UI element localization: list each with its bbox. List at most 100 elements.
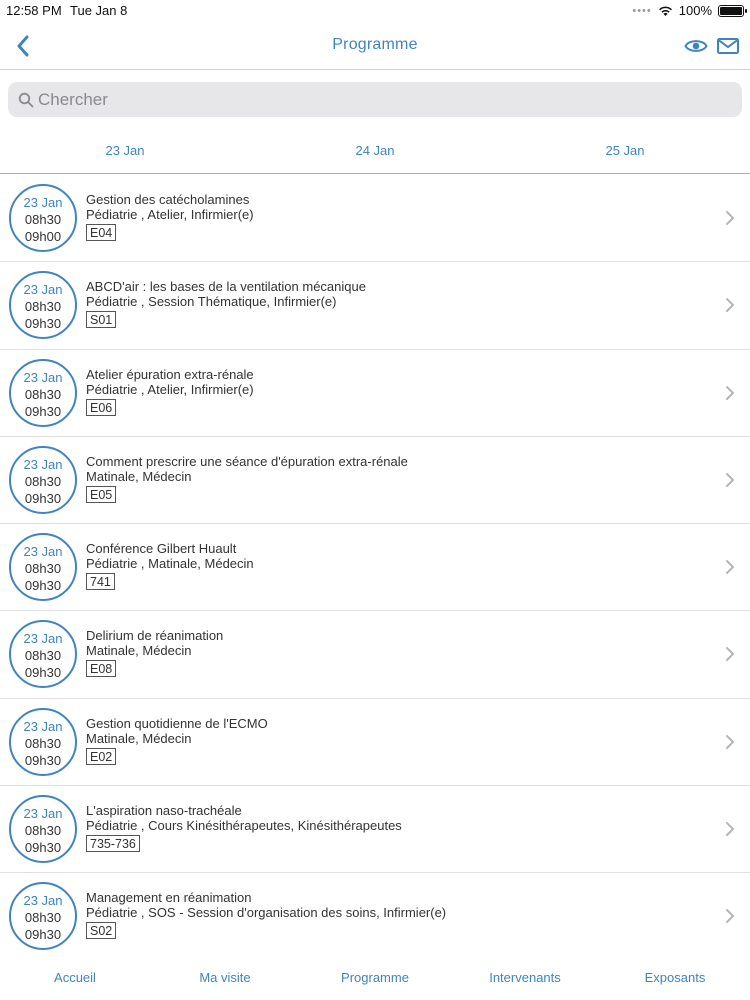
chevron-right-icon <box>726 734 735 749</box>
session-title: Atelier épuration extra-rénale <box>86 366 254 382</box>
tab-intervenants[interactable]: Intervenants <box>450 970 600 985</box>
session-start: 08h30 <box>24 561 62 577</box>
room-badge: S01 <box>86 311 117 329</box>
session-list: 23 Jan 08h30 09h00 Gestion des catéchola… <box>0 175 750 958</box>
session-end: 09h30 <box>24 490 62 506</box>
room-badge: E04 <box>86 224 117 241</box>
eye-button[interactable] <box>684 36 708 56</box>
day-tabs: 23 Jan 24 Jan 25 Jan <box>0 128 750 174</box>
chevron-right-icon <box>726 909 735 924</box>
search-placeholder: Chercher <box>38 90 108 109</box>
room-badge: 735-736 <box>86 835 140 853</box>
session-end: 09h00 <box>24 229 62 244</box>
session-row[interactable]: 23 Jan 08h30 09h30 Comment prescrire une… <box>0 437 750 525</box>
mail-button[interactable] <box>716 36 740 56</box>
session-tags: Pédiatrie , Atelier, Infirmier(e) <box>86 207 254 222</box>
session-row[interactable]: 23 Jan 08h30 09h30 Gestion quotidienne d… <box>0 699 750 787</box>
time-circle: 23 Jan 08h30 09h30 <box>9 620 77 689</box>
session-row[interactable]: 23 Jan 08h30 09h30 Atelier épuration ext… <box>0 350 750 437</box>
search-icon <box>18 92 34 108</box>
room-badge: E06 <box>86 398 117 416</box>
session-date: 23 Jan <box>23 631 63 647</box>
session-row[interactable]: 23 Jan 08h30 09h30 Management en réanima… <box>0 873 750 958</box>
session-start: 08h30 <box>24 735 62 751</box>
session-title: L'aspiration naso-trachéale <box>86 803 242 819</box>
time-circle: 23 Jan 08h30 09h30 <box>9 445 77 514</box>
chevron-right-icon <box>726 647 735 662</box>
nav-bar: Programme <box>0 22 750 70</box>
session-end: 09h30 <box>24 927 62 943</box>
day-tab[interactable]: 24 Jan <box>250 143 500 158</box>
battery-percent: 100% <box>678 3 712 18</box>
chevron-right-icon <box>726 385 735 400</box>
session-date: 23 Jan <box>23 544 63 560</box>
room-badge: E05 <box>86 485 117 503</box>
session-title: Comment prescrire une séance d'épuration… <box>86 453 408 469</box>
session-date: 23 Jan <box>23 282 63 298</box>
room-badge: S02 <box>86 922 117 940</box>
session-row[interactable]: 23 Jan 08h30 09h00 Gestion des catéchola… <box>0 175 750 263</box>
day-tab[interactable]: 23 Jan <box>0 143 250 158</box>
session-start: 08h30 <box>24 910 62 926</box>
session-title: Gestion des catécholamines <box>86 192 250 207</box>
session-start: 08h30 <box>24 212 62 227</box>
chevron-right-icon <box>726 472 735 487</box>
page-title: Programme <box>332 36 418 53</box>
time-circle: 23 Jan 08h30 09h30 <box>9 533 77 602</box>
session-start: 08h30 <box>24 823 62 839</box>
session-start: 08h30 <box>24 386 62 402</box>
session-tags: Matinale, Médecin <box>86 730 192 746</box>
session-row[interactable]: 23 Jan 08h30 09h30 ABCD'air : les bases … <box>0 262 750 350</box>
mail-icon <box>717 38 739 54</box>
session-tags: Matinale, Médecin <box>86 643 192 659</box>
session-date: 23 Jan <box>23 195 63 210</box>
tab-bar: Accueil Ma visite Programme Intervenants… <box>0 958 750 1000</box>
day-tab[interactable]: 25 Jan <box>500 143 750 158</box>
tab-exposants[interactable]: Exposants <box>600 970 750 985</box>
status-date: Tue Jan 8 <box>70 3 128 18</box>
session-start: 08h30 <box>24 299 62 315</box>
room-badge: 741 <box>86 573 115 591</box>
signal-icon: •••• <box>632 4 652 17</box>
tab-ma-visite[interactable]: Ma visite <box>150 970 300 985</box>
session-start: 08h30 <box>24 473 62 489</box>
session-end: 09h30 <box>24 578 62 594</box>
session-tags: Matinale, Médecin <box>86 468 192 484</box>
room-badge: E08 <box>86 660 117 678</box>
wifi-icon <box>658 6 672 16</box>
session-tags: Pédiatrie , Matinale, Médecin <box>86 556 254 572</box>
status-bar: 12:58 PM Tue Jan 8 •••• 100% <box>0 0 750 22</box>
status-right: •••• 100% <box>632 3 747 18</box>
session-title: Management en réanimation <box>86 890 252 906</box>
session-date: 23 Jan <box>23 718 63 734</box>
chevron-right-icon <box>726 298 735 313</box>
tab-programme[interactable]: Programme <box>300 970 450 985</box>
session-row[interactable]: 23 Jan 08h30 09h30 Conférence Gilbert Hu… <box>0 524 750 612</box>
time-circle: 23 Jan 08h30 09h30 <box>9 795 77 864</box>
session-date: 23 Jan <box>23 456 63 472</box>
session-tags: Pédiatrie , Atelier, Infirmier(e) <box>86 381 254 397</box>
time-circle: 23 Jan 08h30 09h30 <box>9 707 77 776</box>
tab-accueil[interactable]: Accueil <box>0 970 150 985</box>
session-title: Conférence Gilbert Huault <box>86 541 237 557</box>
search-bar[interactable]: Chercher <box>8 82 742 117</box>
session-date: 23 Jan <box>23 369 63 385</box>
session-date: 23 Jan <box>23 806 63 822</box>
session-row[interactable]: 23 Jan 08h30 09h30 L'aspiration naso-tra… <box>0 786 750 874</box>
time-circle: 23 Jan 08h30 09h30 <box>9 271 77 340</box>
time-circle: 23 Jan 08h30 09h30 <box>9 358 77 427</box>
session-title: ABCD'air : les bases de la ventilation m… <box>86 279 366 295</box>
session-end: 09h30 <box>24 840 62 856</box>
session-row[interactable]: 23 Jan 08h30 09h30 Delirium de réanimati… <box>0 611 750 699</box>
session-start: 08h30 <box>24 648 62 664</box>
time-circle: 23 Jan 08h30 09h30 <box>9 882 77 951</box>
session-title: Gestion quotidienne de l'ECMO <box>86 715 268 731</box>
chevron-right-icon <box>726 822 735 837</box>
eye-icon <box>684 40 708 52</box>
time-circle: 23 Jan 08h30 09h00 <box>9 184 77 252</box>
session-tags: Pédiatrie , Session Thématique, Infirmie… <box>86 294 337 310</box>
session-end: 09h30 <box>24 752 62 768</box>
session-end: 09h30 <box>24 665 62 681</box>
room-badge: E02 <box>86 747 117 765</box>
session-date: 23 Jan <box>23 893 63 909</box>
